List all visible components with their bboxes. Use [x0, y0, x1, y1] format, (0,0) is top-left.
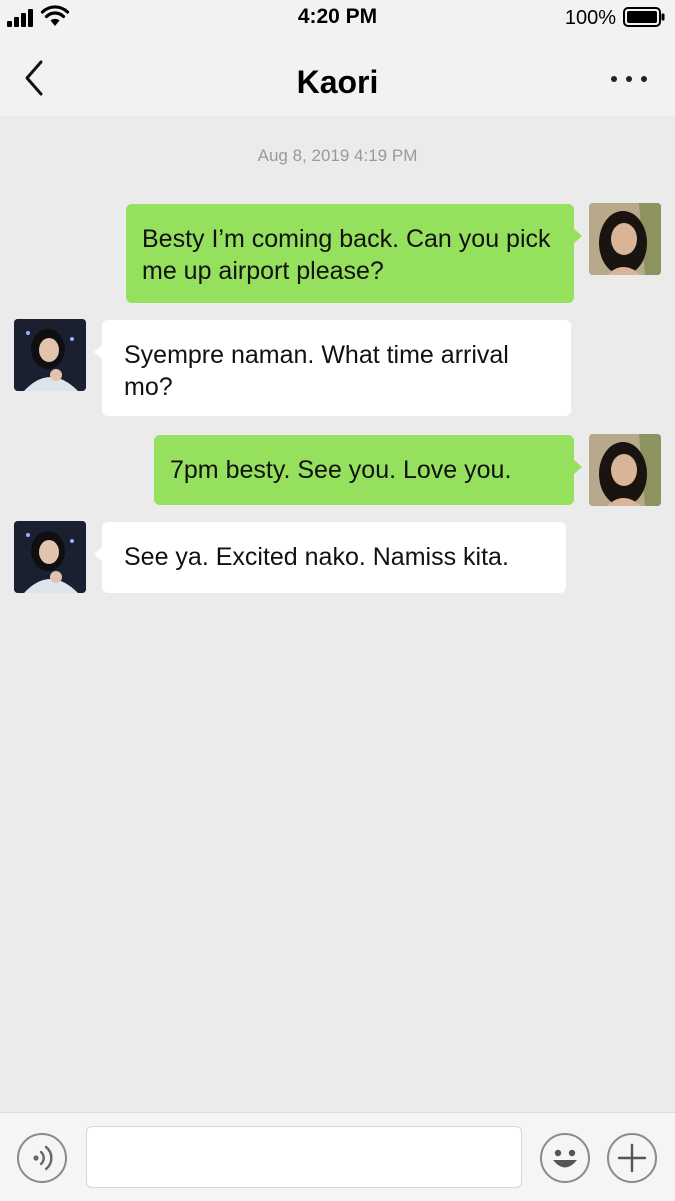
person-photo-icon: [589, 203, 661, 275]
message-bubble-outgoing[interactable]: Besty I’m coming back. Can you pick me u…: [126, 204, 582, 303]
message-bubble-incoming[interactable]: See ya. Excited nako. Namiss kita.: [94, 522, 566, 593]
message-text: Besty I’m coming back. Can you pick me u…: [142, 225, 551, 285]
voice-icon: [33, 1145, 53, 1171]
voice-button[interactable]: [17, 1133, 67, 1183]
plus-button[interactable]: [607, 1133, 657, 1183]
my-avatar[interactable]: [589, 434, 661, 506]
person-photo-icon: [14, 521, 86, 593]
person-photo-icon: [14, 319, 86, 391]
person-photo-icon: [589, 434, 661, 506]
message-bubble-incoming[interactable]: Syempre naman. What time arrival mo?: [94, 320, 571, 416]
contact-avatar[interactable]: [14, 319, 86, 391]
message-text: Syempre naman. What time arrival mo?: [124, 341, 509, 401]
message-text: 7pm besty. See you. Love you.: [170, 456, 512, 484]
emoji-button[interactable]: [540, 1133, 590, 1183]
chat-title: Kaori: [296, 64, 379, 100]
nav-bar: Kaori: [0, 40, 675, 116]
contact-avatar[interactable]: [14, 521, 86, 593]
plus-icon: [617, 1143, 647, 1173]
status-bar: 4:20 PM 100%: [0, 0, 675, 40]
emoji-icon: [553, 1149, 577, 1168]
battery-icon: [623, 7, 665, 27]
battery-percent: 100%: [564, 7, 616, 29]
more-options-button[interactable]: [609, 66, 649, 90]
message-bubble-outgoing[interactable]: 7pm besty. See you. Love you.: [154, 435, 582, 505]
message-input[interactable]: [86, 1126, 522, 1188]
input-bar: [0, 1112, 675, 1201]
my-avatar[interactable]: [589, 203, 661, 275]
message-timestamp: Aug 8, 2019 4:19 PM: [257, 146, 418, 165]
message-text: See ya. Excited nako. Namiss kita.: [124, 543, 509, 571]
